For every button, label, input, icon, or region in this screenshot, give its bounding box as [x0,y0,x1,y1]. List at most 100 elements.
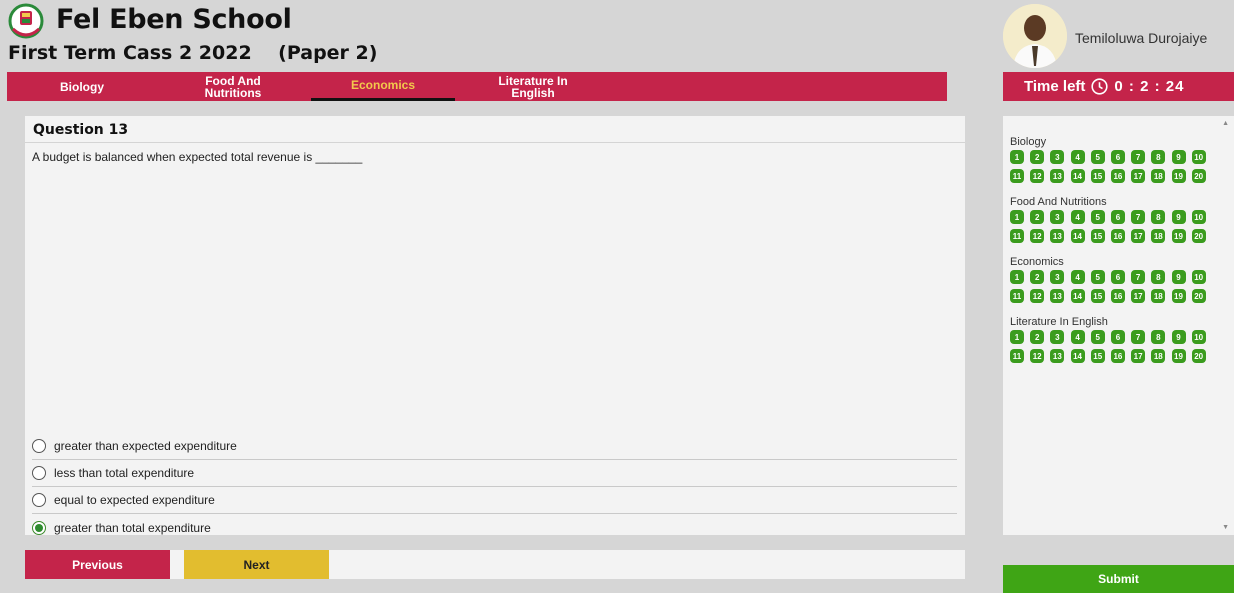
question-number-button[interactable]: 11 [1010,349,1024,363]
question-number-button[interactable]: 7 [1131,150,1146,164]
question-number-button[interactable]: 8 [1151,330,1166,344]
radio-button[interactable] [32,439,46,453]
question-number-button[interactable]: 7 [1131,270,1146,284]
question-number-button[interactable]: 18 [1151,169,1166,183]
question-number-button[interactable]: 5 [1090,150,1105,164]
question-number-button[interactable]: 3 [1050,210,1065,224]
question-number-button[interactable]: 3 [1050,270,1065,284]
question-number-button[interactable]: 13 [1050,229,1065,243]
question-number-button[interactable]: 20 [1191,349,1206,363]
question-number-button[interactable]: 20 [1191,229,1206,243]
submit-button[interactable]: Submit [1003,565,1234,593]
question-number-button[interactable]: 8 [1151,270,1166,284]
scroll-down-icon[interactable]: ▼ [1222,524,1229,531]
question-number-button[interactable]: 17 [1131,169,1146,183]
question-number-button[interactable]: 10 [1191,270,1206,284]
question-number-button[interactable]: 19 [1171,289,1186,303]
answer-option[interactable]: greater than expected expenditure [32,433,957,460]
question-number-button[interactable]: 4 [1070,210,1085,224]
previous-button[interactable]: Previous [25,550,170,579]
question-number-button[interactable]: 11 [1010,169,1024,183]
question-number-button[interactable]: 16 [1110,289,1125,303]
question-number-button[interactable]: 9 [1171,330,1186,344]
question-number-button[interactable]: 14 [1070,169,1085,183]
question-number-button[interactable]: 2 [1030,150,1045,164]
question-number-button[interactable]: 4 [1070,270,1085,284]
question-number-button[interactable]: 19 [1171,169,1186,183]
tab-biology[interactable]: Biology [7,72,157,101]
question-number-button[interactable]: 15 [1090,289,1105,303]
question-number-button[interactable]: 10 [1191,330,1206,344]
question-number-button[interactable]: 5 [1090,270,1105,284]
scroll-up-icon[interactable]: ▲ [1222,120,1229,127]
question-number-button[interactable]: 17 [1131,289,1146,303]
question-number-button[interactable]: 12 [1030,349,1045,363]
question-number-button[interactable]: 9 [1171,270,1186,284]
question-number-button[interactable]: 16 [1110,169,1125,183]
question-number-button[interactable]: 16 [1110,229,1125,243]
question-number-button[interactable]: 20 [1191,169,1206,183]
question-number-button[interactable]: 3 [1050,150,1065,164]
question-number-button[interactable]: 1 [1010,330,1024,344]
question-number-button[interactable]: 13 [1050,349,1065,363]
question-number-button[interactable]: 2 [1030,270,1045,284]
question-number-button[interactable]: 5 [1090,210,1105,224]
question-number-button[interactable]: 19 [1171,229,1186,243]
question-number-button[interactable]: 2 [1030,210,1045,224]
question-number-button[interactable]: 8 [1151,210,1166,224]
question-number-button[interactable]: 15 [1090,349,1105,363]
question-number-button[interactable]: 15 [1090,169,1105,183]
question-number-button[interactable]: 11 [1010,289,1024,303]
question-number-button[interactable]: 13 [1050,169,1065,183]
question-number-button[interactable]: 18 [1151,349,1166,363]
question-number-button[interactable]: 7 [1131,330,1146,344]
answer-option[interactable]: less than total expenditure [32,460,957,487]
question-number-button[interactable]: 6 [1110,330,1125,344]
question-number-button[interactable]: 4 [1070,150,1085,164]
question-number-button[interactable]: 14 [1070,229,1085,243]
question-number-button[interactable]: 7 [1131,210,1146,224]
question-number-button[interactable]: 12 [1030,169,1045,183]
question-number-button[interactable]: 11 [1010,229,1024,243]
question-number-button[interactable]: 19 [1171,349,1186,363]
question-number-button[interactable]: 1 [1010,210,1024,224]
radio-button-selected[interactable] [32,520,46,535]
tab-food-and-nutritions[interactable]: Food And Nutritions [159,72,307,101]
radio-button[interactable] [32,466,46,480]
question-map[interactable]: ▲ ▼ Biology 1 2 3 4 5 6 7 8 9 10 11 12 13 14 15 16 17 18 19… [1003,116,1234,535]
question-number-button[interactable]: 5 [1090,330,1105,344]
question-number-button[interactable]: 6 [1110,150,1125,164]
question-number-button[interactable]: 18 [1151,229,1166,243]
question-number-button[interactable]: 12 [1030,229,1045,243]
next-button[interactable]: Next [184,550,329,579]
question-number-button[interactable]: 10 [1191,150,1206,164]
question-number-button[interactable]: 10 [1191,210,1206,224]
question-number-button[interactable]: 12 [1030,289,1045,303]
tab-economics[interactable]: Economics [311,72,455,101]
question-number-button[interactable]: 13 [1050,289,1065,303]
question-number-button[interactable]: 1 [1010,150,1024,164]
question-number-button[interactable]: 6 [1110,210,1125,224]
question-number-button[interactable]: 4 [1070,330,1085,344]
question-number-button[interactable]: 3 [1050,330,1065,344]
question-number-button[interactable]: 8 [1151,150,1166,164]
question-number-button[interactable]: 2 [1030,330,1045,344]
question-number-button[interactable]: 9 [1171,210,1186,224]
question-number-button[interactable]: 17 [1131,229,1146,243]
question-number-button[interactable]: 17 [1131,349,1146,363]
question-number-button[interactable]: 18 [1151,289,1166,303]
question-number-button[interactable]: 14 [1070,349,1085,363]
question-number-button[interactable]: 20 [1191,289,1206,303]
radio-button[interactable] [32,493,46,507]
question-number-button[interactable]: 15 [1090,229,1105,243]
answer-option[interactable]: greater than total expenditure [32,514,957,541]
question-number-button[interactable]: 6 [1110,270,1125,284]
question-number-button[interactable]: 16 [1110,349,1125,363]
question-number-button[interactable]: 9 [1171,150,1186,164]
answer-option[interactable]: equal to expected expenditure [32,487,957,514]
avatar [1003,4,1067,68]
user-name: Temiloluwa Durojaiye [1075,30,1208,46]
tab-literature-in-english[interactable]: Literature In English [459,72,607,101]
question-number-button[interactable]: 14 [1070,289,1085,303]
question-number-button[interactable]: 1 [1010,270,1024,284]
